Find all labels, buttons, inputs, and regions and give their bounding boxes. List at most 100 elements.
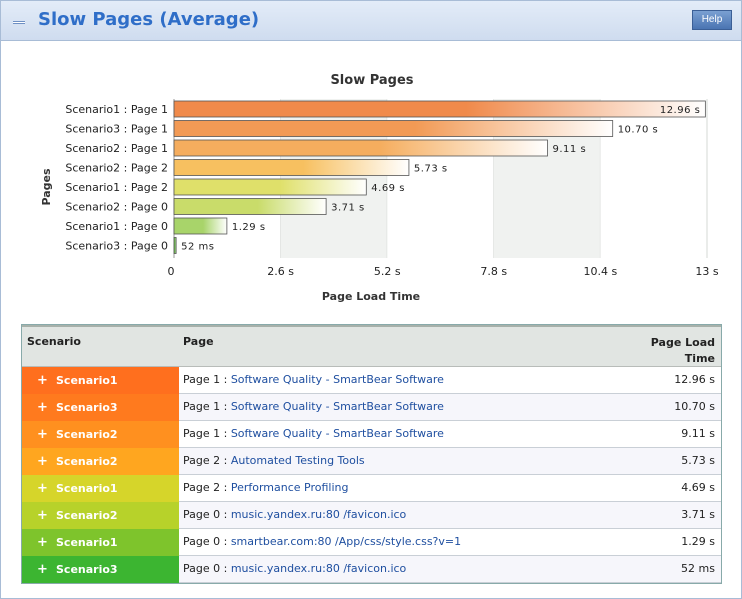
bar[interactable] — [173, 139, 548, 157]
bar[interactable] — [173, 120, 614, 137]
scenario-cell[interactable]: + Scenario3 — [22, 394, 179, 421]
expand-plus-icon[interactable]: + — [37, 367, 48, 394]
help-button[interactable]: Help — [692, 10, 732, 30]
scenario-name: Scenario3 — [56, 401, 118, 414]
expand-plus-icon[interactable]: + — [37, 448, 48, 475]
bar[interactable] — [173, 178, 367, 196]
page-prefix: Page 1 : — [183, 427, 231, 440]
slow-pages-table: Scenario Page Page Load Time + Scenario1 P… — [21, 324, 722, 584]
page-link[interactable]: smartbear.com:80 /App/css/style.css?v=1 — [231, 535, 461, 548]
grid-band — [600, 99, 707, 258]
table-header: Scenario Page Page Load Time — [22, 325, 721, 367]
page-link[interactable]: Software Quality - SmartBear Software — [231, 400, 444, 413]
page-cell: Page 1 : Software Quality - SmartBear So… — [183, 421, 444, 447]
scenario-name: Scenario1 — [56, 374, 118, 387]
page-prefix: Page 1 : — [183, 400, 231, 413]
table-row[interactable]: + Scenario1 Page 1 : Software Quality - Sm… — [22, 367, 721, 394]
table-row[interactable]: + Scenario1 Page 0 : smartbear.com:80 /App… — [22, 529, 721, 556]
page-prefix: Page 0 : — [183, 562, 231, 575]
page-prefix: Page 2 : — [183, 454, 231, 467]
expand-plus-icon[interactable]: + — [37, 475, 48, 502]
expand-plus-icon[interactable]: + — [37, 502, 48, 529]
expand-plus-icon[interactable]: + — [37, 421, 48, 448]
category-label: Scenario2 : Page 1 — [65, 142, 168, 155]
scenario-name: Scenario1 — [56, 482, 118, 495]
expand-plus-icon[interactable]: + — [37, 556, 48, 583]
category-label: Scenario2 : Page 0 — [65, 201, 168, 214]
page-link[interactable]: music.yandex.ru:80 /favicon.ico — [231, 562, 406, 575]
scenario-cell[interactable]: + Scenario1 — [22, 367, 179, 394]
scenario-cell[interactable]: + Scenario2 — [22, 502, 179, 529]
slow-pages-panel: Slow Pages (Average) Help Slow Pages 12.… — [0, 0, 742, 599]
page-prefix: Page 1 : — [183, 373, 231, 386]
load-time-cell: 5.73 s — [681, 454, 715, 467]
scenario-name: Scenario1 — [56, 536, 118, 549]
x-tick-label: 5.2 s — [374, 265, 401, 278]
x-tick-label: 2.6 s — [267, 265, 294, 278]
chart-title: Slow Pages — [330, 73, 413, 88]
scenario-cell[interactable]: + Scenario1 — [22, 529, 179, 556]
table-row[interactable]: + Scenario3 Page 0 : music.yandex.ru:80 /f… — [22, 556, 721, 583]
scenario-name: Scenario3 — [56, 563, 118, 576]
slow-pages-chart: Slow Pages 12.96 s10.70 s 9.11 s 5.73 s 4.6… — [40, 73, 719, 303]
category-label: Scenario1 : Page 0 — [65, 220, 168, 233]
scenario-cell[interactable]: + Scenario2 — [22, 421, 179, 448]
scenario-name: Scenario2 — [56, 455, 118, 468]
column-header-time[interactable]: Page Load Time — [645, 335, 715, 367]
page-cell: Page 0 : smartbear.com:80 /App/css/style… — [183, 529, 461, 555]
load-time-cell: 9.11 s — [681, 427, 715, 440]
data-label: 1.29 s — [232, 222, 266, 233]
x-tick-label: 13 s — [695, 265, 718, 278]
panel-title: Slow Pages (Average) — [38, 9, 260, 30]
table-row[interactable]: + Scenario2 Page 0 : music.yandex.ru:80 /f… — [22, 502, 721, 529]
page-link[interactable]: Performance Profiling — [231, 481, 349, 494]
page-prefix: Page 0 : — [183, 508, 231, 521]
bar[interactable] — [173, 198, 327, 215]
scenario-name: Scenario2 — [56, 428, 118, 441]
page-link[interactable]: Software Quality - SmartBear Software — [231, 373, 444, 386]
table-row[interactable]: + Scenario2 Page 1 : Software Quality - Sm… — [22, 421, 721, 448]
bar[interactable] — [173, 159, 410, 176]
expand-plus-icon[interactable]: + — [37, 394, 48, 421]
page-cell: Page 1 : Software Quality - SmartBear So… — [183, 394, 444, 420]
page-cell: Page 2 : Performance Profiling — [183, 475, 348, 501]
bar[interactable] — [173, 100, 706, 118]
x-tick-label: 10.4 s — [584, 265, 618, 278]
load-time-cell: 12.96 s — [674, 373, 715, 386]
bar[interactable] — [173, 237, 177, 254]
category-label: Scenario3 : Page 0 — [65, 240, 168, 253]
data-label: 5.73 s — [414, 164, 448, 175]
data-label: 52 ms — [181, 242, 214, 253]
scenario-cell[interactable]: + Scenario3 — [22, 556, 179, 583]
table-row[interactable]: + Scenario2 Page 2 : Automated Testing Too… — [22, 448, 721, 475]
collapse-icon[interactable] — [13, 21, 25, 24]
column-header-scenario[interactable]: Scenario — [27, 335, 81, 348]
x-axis-label: Page Load Time — [322, 290, 420, 303]
column-header-page[interactable]: Page — [183, 335, 214, 348]
load-time-cell: 3.71 s — [681, 508, 715, 521]
data-label: 12.96 s — [660, 105, 701, 116]
page-link[interactable]: music.yandex.ru:80 /favicon.ico — [231, 508, 406, 521]
panel-header: Slow Pages (Average) Help — [1, 1, 741, 41]
category-label: Scenario3 : Page 1 — [65, 123, 168, 136]
page-cell: Page 0 : music.yandex.ru:80 /favicon.ico — [183, 556, 406, 582]
page-link[interactable]: Software Quality - SmartBear Software — [231, 427, 444, 440]
x-tick-label: 7.8 s — [480, 265, 507, 278]
table-body: + Scenario1 Page 1 : Software Quality - Sm… — [22, 367, 721, 583]
expand-plus-icon[interactable]: + — [37, 529, 48, 556]
bar[interactable] — [173, 217, 228, 235]
table-row[interactable]: + Scenario3 Page 1 : Software Quality - Sm… — [22, 394, 721, 421]
table-row[interactable]: + Scenario1 Page 2 : Performance Profiling… — [22, 475, 721, 502]
data-label: 4.69 s — [371, 183, 405, 194]
page-cell: Page 0 : music.yandex.ru:80 /favicon.ico — [183, 502, 406, 528]
scenario-cell[interactable]: + Scenario1 — [22, 475, 179, 502]
category-label: Scenario1 : Page 1 — [65, 103, 168, 116]
load-time-cell: 10.70 s — [674, 400, 715, 413]
page-prefix: Page 2 : — [183, 481, 231, 494]
page-cell: Page 2 : Automated Testing Tools — [183, 448, 365, 474]
load-time-cell: 4.69 s — [681, 481, 715, 494]
scenario-cell[interactable]: + Scenario2 — [22, 448, 179, 475]
data-label: 3.71 s — [331, 203, 365, 214]
page-link[interactable]: Automated Testing Tools — [231, 454, 365, 467]
category-label: Scenario1 : Page 2 — [65, 181, 168, 194]
